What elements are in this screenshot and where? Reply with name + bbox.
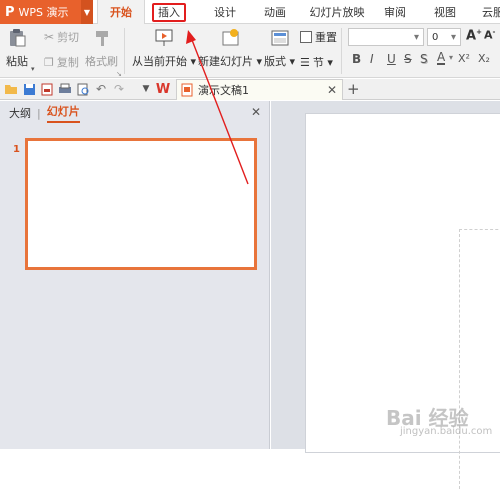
paste-label: 粘贴 xyxy=(6,55,28,68)
tab-design[interactable]: 设计 xyxy=(208,0,242,24)
panel-tabs: 大纲 | 幻灯片 xyxy=(0,101,270,125)
dialog-launcher-icon[interactable]: ↘ xyxy=(116,70,122,78)
new-slide-button[interactable]: 新建幻灯片 ▾ xyxy=(198,28,262,69)
tab-view[interactable]: 视图 xyxy=(430,0,460,24)
tab-animation[interactable]: 动画 xyxy=(258,0,292,24)
cut-label: 剪切 xyxy=(57,31,80,44)
reset-label: 重置 xyxy=(315,31,337,44)
cut-button[interactable]: ✂ 剪切 xyxy=(44,29,79,45)
layout-button[interactable]: 版式 ▾ xyxy=(264,28,295,69)
section-label: 节 ▾ xyxy=(312,56,333,69)
redo-icon[interactable]: ↷ xyxy=(112,82,126,96)
format-painter-label: 格式刷 xyxy=(85,55,118,68)
new-tab-plus-icon[interactable]: + xyxy=(347,80,360,98)
from-current-label: 从当前开始 ▾ xyxy=(132,55,197,68)
print-preview-icon[interactable] xyxy=(76,82,90,96)
shrink-font-button[interactable]: A- xyxy=(484,28,495,42)
layout-icon xyxy=(269,28,291,48)
close-icon[interactable]: ✕ xyxy=(251,105,261,119)
app-name: WPS 演示 xyxy=(18,6,69,19)
tab-outline[interactable]: 大纲 xyxy=(9,105,31,121)
section-icon: ☰ xyxy=(300,55,310,69)
ribbon-tab-bar: P WPS 演示 ▼ 开始 插入 设计 动画 幻灯片放映 审阅 视图 云服 xyxy=(0,0,500,25)
projector-icon xyxy=(153,28,175,48)
quick-access-toolbar: ↶ ↷ ▼ W 演示文稿1 ✕ + xyxy=(0,79,500,100)
placeholder-outline xyxy=(459,229,500,489)
grow-font-button[interactable]: A+ xyxy=(466,28,482,43)
scissors-icon: ✂ xyxy=(44,30,55,44)
slide-editor-area xyxy=(271,101,500,489)
tab-slideshow[interactable]: 幻灯片放映 xyxy=(308,0,366,24)
bold-button[interactable]: B xyxy=(352,52,361,66)
tab-divider: | xyxy=(37,106,41,120)
reset-icon xyxy=(300,31,312,43)
subscript-button[interactable]: X₂ xyxy=(478,52,490,65)
presentation-file-icon xyxy=(181,83,193,97)
format-painter-button[interactable]: 格式刷 xyxy=(85,28,118,69)
chevron-down-icon: ▾ xyxy=(413,31,419,43)
font-size-value: 0 xyxy=(432,31,439,43)
chevron-down-icon: ▾ xyxy=(450,31,456,43)
app-menu-button[interactable]: P WPS 演示 ▼ xyxy=(0,0,93,24)
new-slide-label: 新建幻灯片 ▾ xyxy=(198,55,263,68)
new-slide-icon xyxy=(219,28,241,48)
ribbon-separator xyxy=(341,28,342,74)
print-icon[interactable] xyxy=(58,82,72,96)
wps-w-icon[interactable]: W xyxy=(156,82,170,97)
slides-panel: 大纲 | 幻灯片 ✕ 1 xyxy=(0,101,270,449)
paste-button[interactable]: 粘贴 xyxy=(6,28,28,69)
section-button[interactable]: ☰ 节 ▾ xyxy=(300,54,333,70)
font-size-select[interactable]: 0 ▾ xyxy=(427,28,461,46)
tab-review[interactable]: 审阅 xyxy=(380,0,410,24)
document-tab[interactable]: 演示文稿1 ✕ xyxy=(176,79,343,100)
slide-number: 1 xyxy=(13,144,20,155)
slide-thumbnail[interactable] xyxy=(25,138,257,270)
from-current-slide-button[interactable]: 从当前开始 ▾ xyxy=(132,28,196,69)
tab-insert[interactable]: 插入 xyxy=(152,3,186,22)
undo-icon[interactable]: ↶ xyxy=(94,82,108,96)
tab-slides[interactable]: 幻灯片 xyxy=(46,103,80,123)
wps-logo: P xyxy=(5,4,15,20)
chevron-down-icon[interactable]: ▾ xyxy=(31,65,35,73)
tab-home[interactable]: 开始 xyxy=(97,0,145,25)
chevron-down-icon[interactable]: ▾ xyxy=(449,53,453,62)
close-icon[interactable]: ✕ xyxy=(327,83,337,97)
copy-label: 复制 xyxy=(56,56,79,69)
copy-icon: ❐ xyxy=(44,55,54,69)
chevron-down-icon[interactable]: ▼ xyxy=(139,82,153,96)
layout-label: 版式 ▾ xyxy=(264,55,296,68)
underline-button[interactable]: U xyxy=(387,52,396,66)
paintbrush-icon xyxy=(91,28,113,48)
export-pdf-icon[interactable] xyxy=(40,82,54,96)
tab-cloud[interactable]: 云服 xyxy=(478,0,500,24)
italic-button[interactable]: I xyxy=(370,52,374,66)
open-folder-icon[interactable] xyxy=(4,82,18,96)
reset-button[interactable]: 重置 xyxy=(300,29,337,45)
watermark-url: jingyan.baidu.com xyxy=(400,426,493,437)
document-title: 演示文稿1 xyxy=(198,84,249,97)
copy-button[interactable]: ❐ 复制 xyxy=(44,54,79,70)
ribbon-home: 粘贴 ▾ ✂ 剪切 ❐ 复制 格式刷 ↘ 从当前开始 ▾ 新建幻灯片 ▾ 版式 … xyxy=(0,24,500,78)
clipboard-icon xyxy=(6,28,28,48)
superscript-button[interactable]: X² xyxy=(458,52,470,65)
shadow-button[interactable]: S xyxy=(420,52,428,66)
font-name-select[interactable]: ▾ xyxy=(348,28,424,46)
font-color-button[interactable]: A xyxy=(437,51,446,65)
chevron-down-icon[interactable]: ▼ xyxy=(81,0,93,24)
save-icon[interactable] xyxy=(22,82,36,96)
strikethrough-button[interactable]: S xyxy=(404,52,412,66)
ribbon-separator xyxy=(124,28,125,74)
